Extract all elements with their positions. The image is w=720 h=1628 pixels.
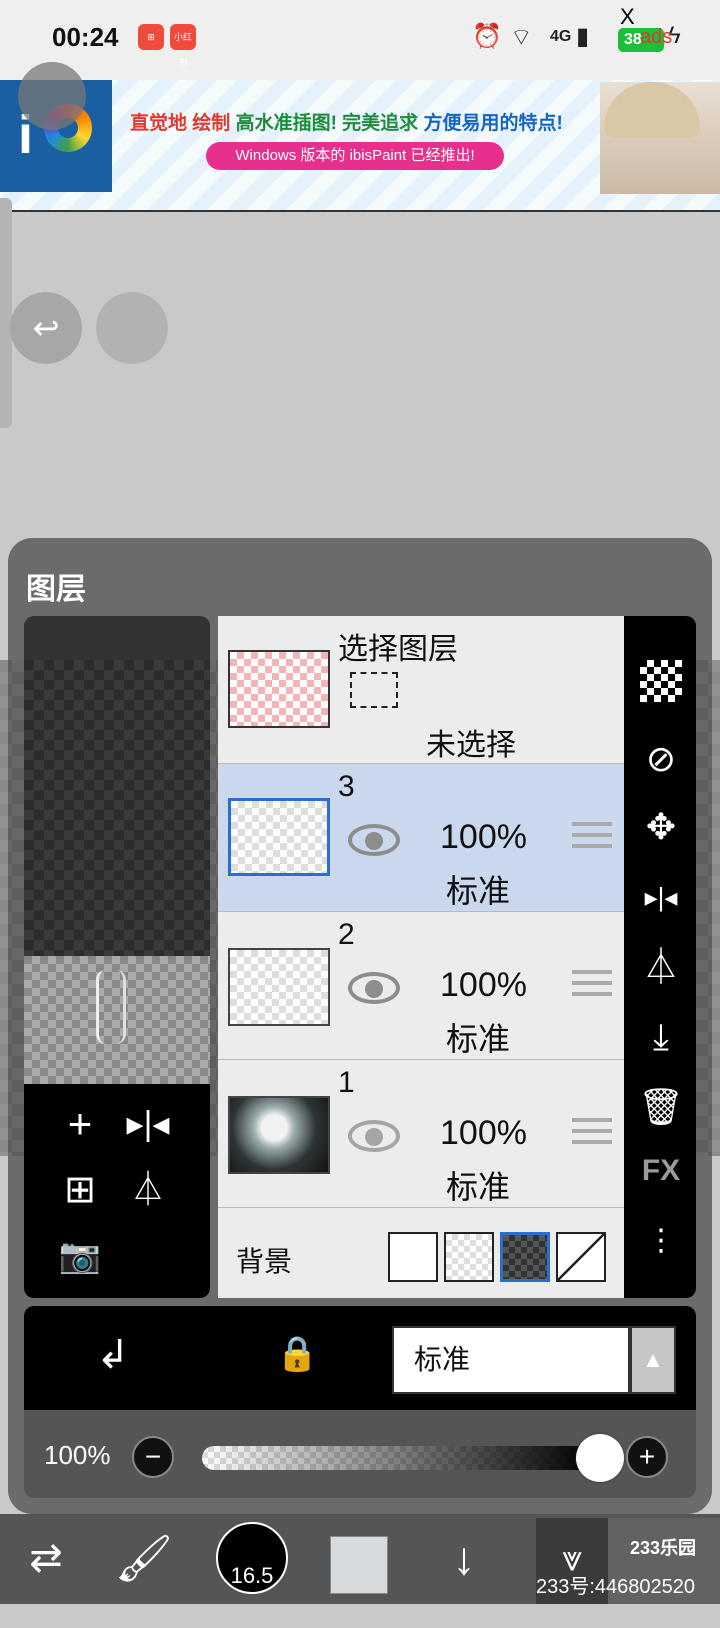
camera-icon[interactable]: 📷 xyxy=(50,1226,110,1286)
drag-handle-icon[interactable] xyxy=(572,822,612,856)
background-checker-swatch[interactable] xyxy=(444,1232,494,1282)
opacity-value: 100% xyxy=(44,1440,111,1470)
app-notification-icon: ⊞ xyxy=(138,24,164,50)
layer-thumbnail xyxy=(228,948,330,1026)
layer-number: 1 xyxy=(338,1066,355,1099)
signal-icon: ▮ xyxy=(576,23,590,50)
wifi-icon: ⌔ xyxy=(510,24,533,51)
clipping-icon[interactable]: ↲ xyxy=(96,1332,130,1378)
delete-icon[interactable]: 🗑 xyxy=(636,1082,686,1132)
layer-opacity: 100% xyxy=(440,966,527,1004)
preview-figure xyxy=(96,970,126,1044)
clear-layer-icon[interactable]: ⊘ xyxy=(636,734,686,784)
transparency-icon[interactable] xyxy=(640,660,682,702)
floating-overlay-icon[interactable] xyxy=(18,62,86,130)
ad-headline-part3: 高水准插图! 完美追求 xyxy=(230,113,424,134)
blend-mode-select[interactable]: 标准 xyxy=(392,1326,630,1394)
background-label: 背景 xyxy=(236,1246,293,1277)
ad-headline-part2: 绘制 xyxy=(192,113,231,134)
ad-headline-part1: 直觉地 xyxy=(130,113,193,134)
layer-blend-mode: 标准 xyxy=(446,1021,511,1057)
add-layer-icon[interactable]: + xyxy=(50,1094,110,1154)
more-options-icon[interactable]: ⋮ xyxy=(636,1216,686,1266)
watermark-id: 233号:446802520 xyxy=(536,1576,696,1598)
status-time: 00:24 xyxy=(52,22,119,52)
background-dark-swatch[interactable] xyxy=(500,1232,550,1282)
selection-layer-title: 选择图层 xyxy=(338,633,458,666)
merge-down-icon[interactable]: ⤓ xyxy=(636,1012,686,1062)
flip-horizontal-icon[interactable]: ▸|◂ xyxy=(118,1094,178,1154)
move-icon[interactable]: ✥ xyxy=(636,802,686,852)
ad-headline: 直觉地 绘制 高水准插图! 完美追求 方便易用的特点! xyxy=(130,108,563,135)
layer-blend-mode: 标准 xyxy=(446,873,511,909)
flip-vertical-icon[interactable]: ⏃ xyxy=(636,942,686,992)
visibility-eye-icon[interactable] xyxy=(348,972,400,1004)
ad-subline: Windows 版本的 ibisPaint 已经推出! xyxy=(206,142,504,170)
fx-button[interactable]: FX xyxy=(636,1146,686,1196)
opacity-increase-button[interactable]: + xyxy=(626,1436,668,1478)
arrow-down-icon[interactable]: ↓ xyxy=(432,1526,496,1590)
visibility-eye-icon[interactable] xyxy=(348,824,400,856)
alarm-icon: ⏰ xyxy=(472,23,502,50)
background-none-swatch[interactable] xyxy=(556,1232,606,1282)
opacity-slider-knob[interactable] xyxy=(576,1434,624,1482)
layer-opacity: 100% xyxy=(440,1114,527,1152)
undo-button[interactable]: ↩ xyxy=(10,292,82,364)
drag-handle-icon[interactable] xyxy=(572,1118,612,1152)
opacity-decrease-button[interactable]: − xyxy=(132,1436,174,1478)
visibility-eye-icon[interactable] xyxy=(348,1120,400,1152)
color-swatch[interactable] xyxy=(330,1536,388,1594)
redo-button[interactable] xyxy=(96,292,168,364)
chevron-up-icon[interactable]: ▲ xyxy=(630,1326,676,1394)
layer-thumbnail xyxy=(228,1096,330,1174)
tool-switch-icon[interactable]: ⇄ xyxy=(14,1526,78,1590)
layer-thumbnail xyxy=(228,798,330,876)
brush-icon[interactable]: 🖌 xyxy=(112,1526,176,1590)
layer-number: 3 xyxy=(338,770,355,803)
duplicate-layer-icon[interactable]: ⊞ xyxy=(50,1160,110,1220)
side-panel-handle[interactable] xyxy=(0,198,12,428)
layer-opacity: 100% xyxy=(440,818,527,856)
selection-layer-status: 未选择 xyxy=(426,729,516,762)
selection-dashed-icon xyxy=(350,672,398,708)
selection-layer-thumbnail xyxy=(228,650,330,728)
drag-handle-icon[interactable] xyxy=(572,970,612,1004)
xiaohongshu-icon: 小红书 xyxy=(170,24,196,68)
brush-size-button[interactable]: 16.5 xyxy=(216,1522,288,1594)
panel-title: 图层 xyxy=(26,573,86,606)
ad-close-button[interactable]: X xyxy=(620,4,635,30)
flip-vertical-icon[interactable]: ⏃ xyxy=(118,1160,178,1220)
background-white-swatch[interactable] xyxy=(388,1232,438,1282)
network-icon: 4G xyxy=(550,28,572,45)
layer-number: 2 xyxy=(338,918,355,951)
watermark-logo: 233乐园 xyxy=(630,1538,697,1558)
ad-headline-part4: 方便易用的特点! xyxy=(423,113,563,134)
flip-horizontal-icon[interactable]: ▸|◂ xyxy=(636,872,686,922)
ad-label: ads xyxy=(640,26,673,48)
alpha-lock-icon[interactable]: 🔒 xyxy=(276,1334,318,1374)
canvas-preview-dark xyxy=(24,660,210,956)
opacity-slider[interactable] xyxy=(202,1446,592,1470)
layer-blend-mode: 标准 xyxy=(446,1169,511,1205)
